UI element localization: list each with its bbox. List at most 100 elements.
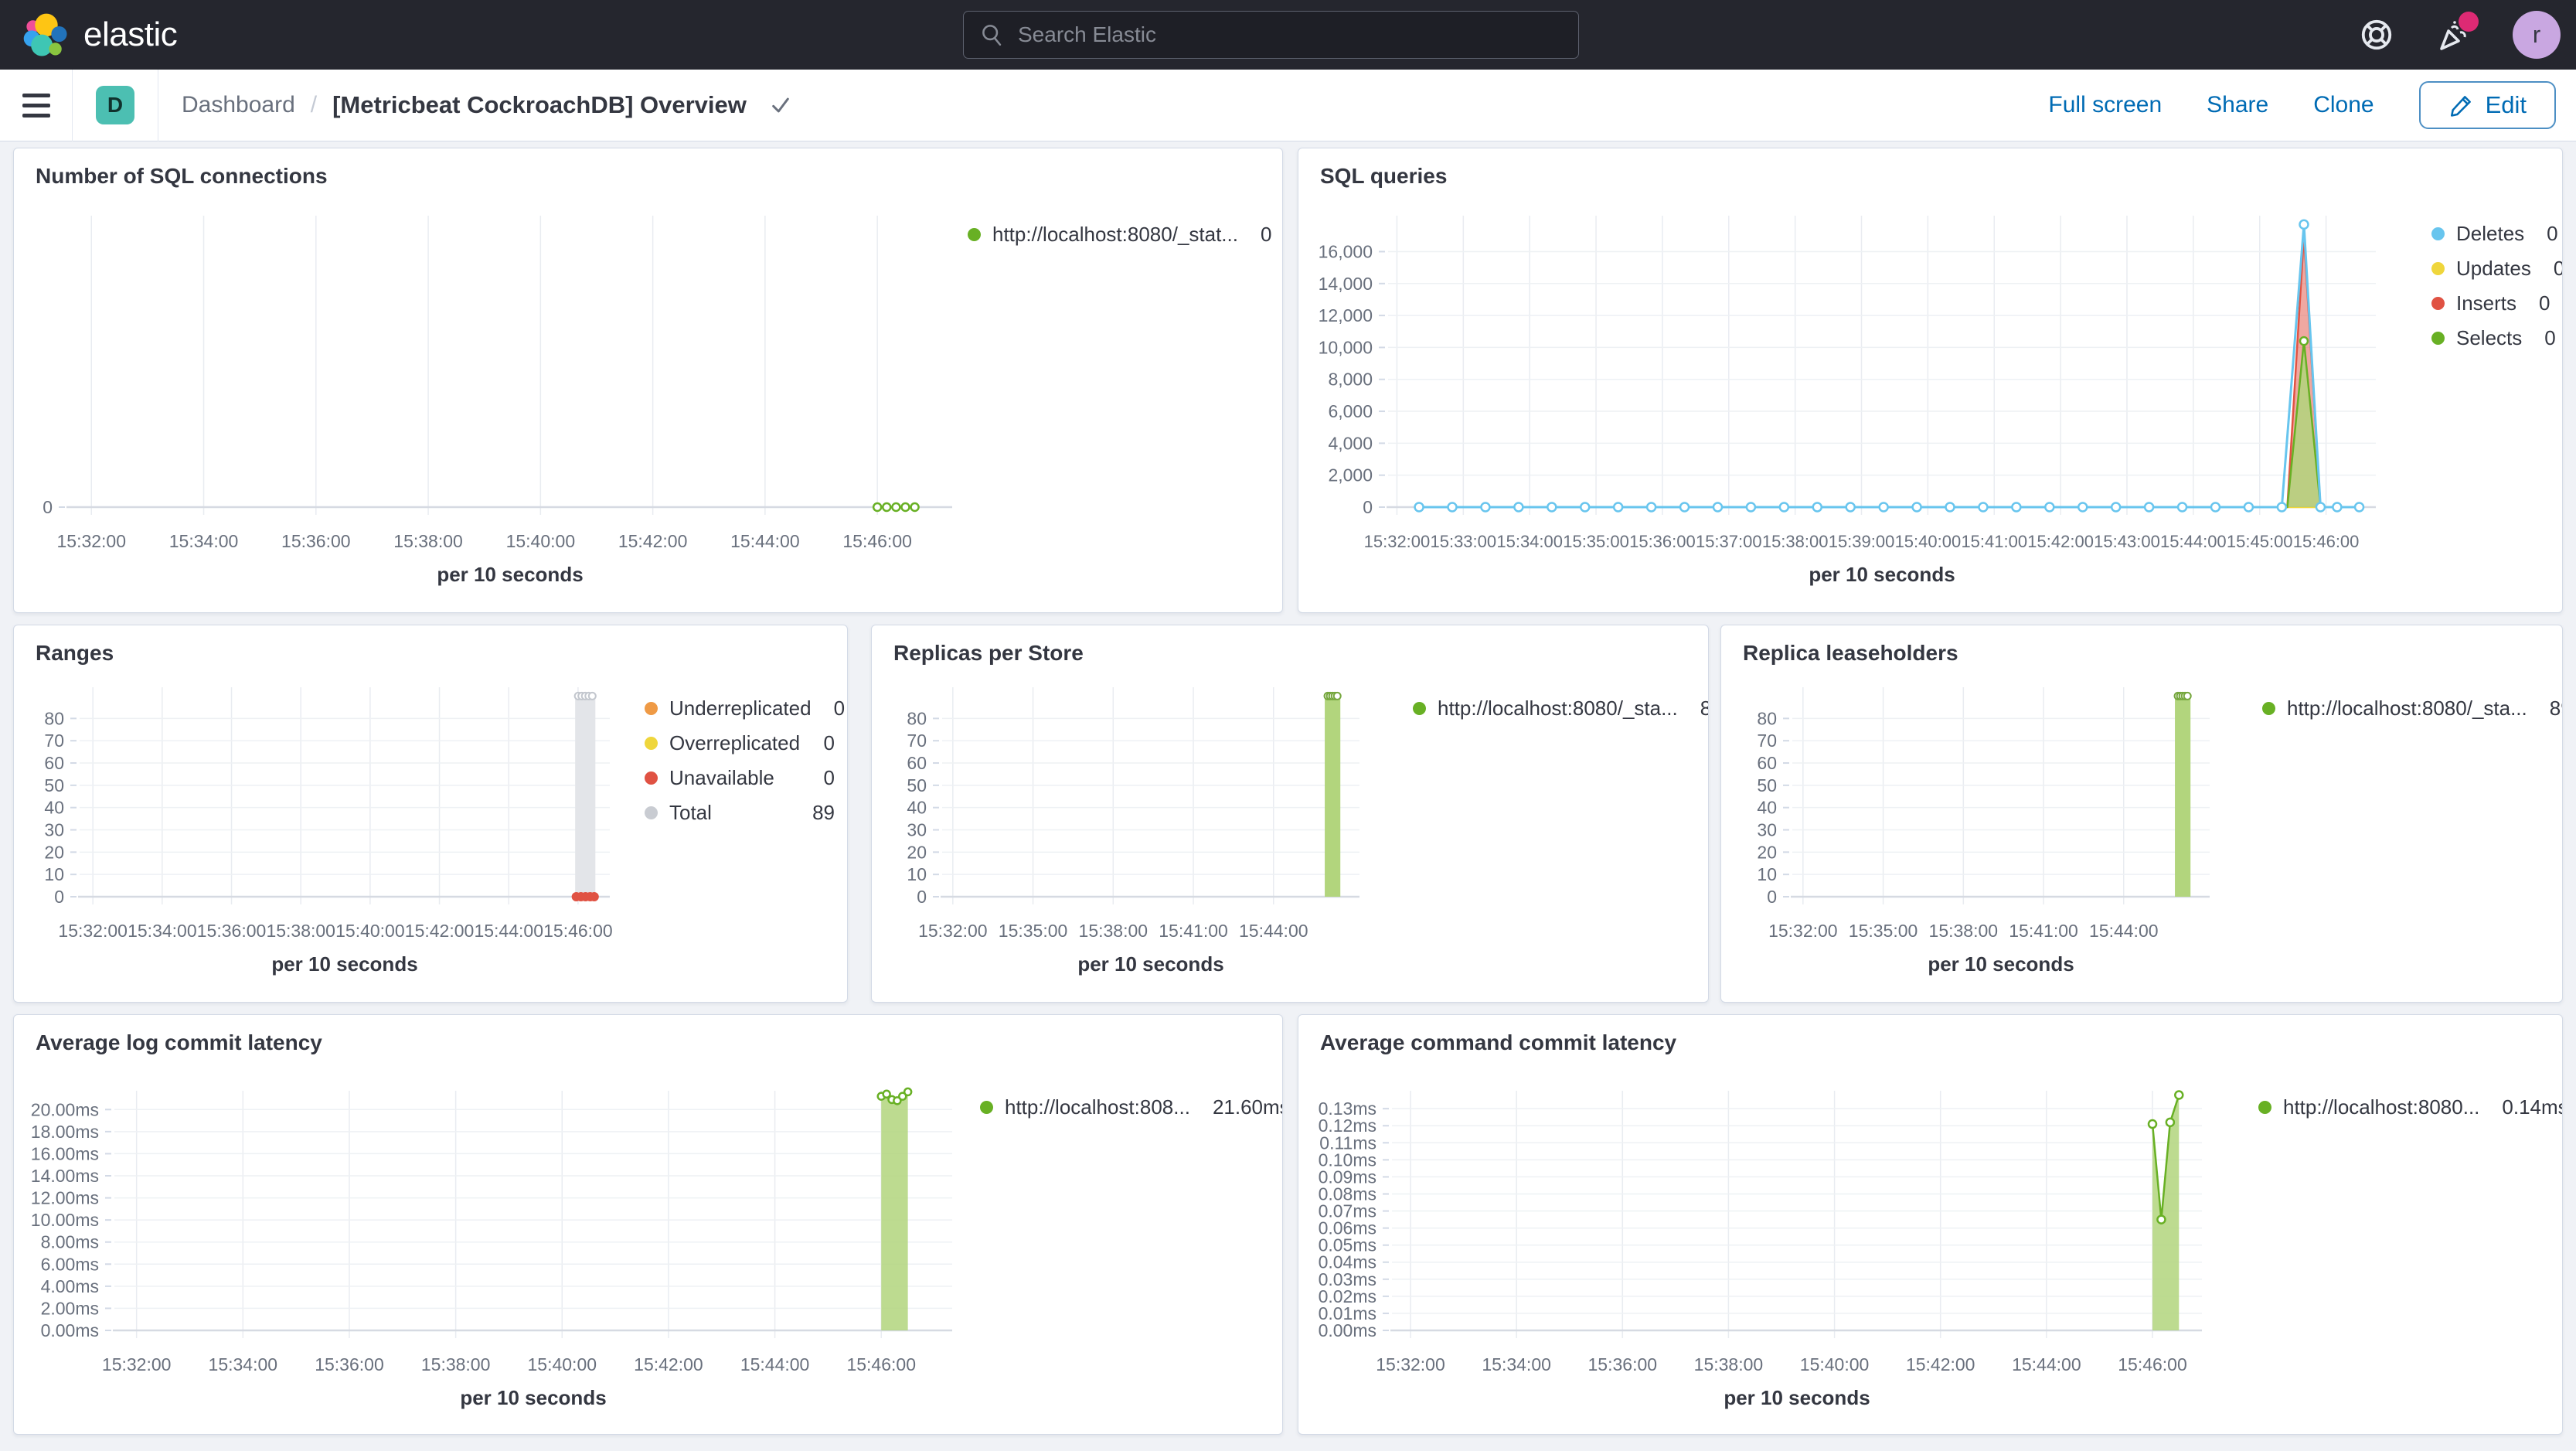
svg-text:15:38:00: 15:38:00 xyxy=(266,921,335,941)
svg-text:16.00ms: 16.00ms xyxy=(31,1143,99,1163)
svg-text:60: 60 xyxy=(907,753,927,773)
svg-text:15:38:00: 15:38:00 xyxy=(1694,1354,1764,1374)
legend-label: http://localhost:8080/_sta... xyxy=(1438,697,1678,720)
legend-item[interactable]: http://localhost:808... 21.60ms xyxy=(980,1095,1282,1119)
svg-text:15:34:00: 15:34:00 xyxy=(1496,532,1563,551)
svg-text:16,000: 16,000 xyxy=(1319,241,1373,261)
svg-text:15:44:00: 15:44:00 xyxy=(2012,1354,2081,1374)
svg-text:15:46:00: 15:46:00 xyxy=(842,531,912,551)
series-color-dot xyxy=(645,702,658,715)
legend-item[interactable]: Underreplicated 0 xyxy=(645,697,845,720)
svg-text:15:44:00: 15:44:00 xyxy=(2089,921,2159,941)
svg-text:per 10 seconds: per 10 seconds xyxy=(1928,952,2074,976)
panel-average-log-commit-latency: Average log commit latency 15:32:00 15:34… xyxy=(13,1014,1283,1435)
search-input[interactable] xyxy=(1018,22,1563,47)
svg-text:per 10 seconds: per 10 seconds xyxy=(271,952,417,976)
svg-text:15:41:00: 15:41:00 xyxy=(2009,921,2078,941)
svg-text:2,000: 2,000 xyxy=(1328,465,1373,485)
legend-item[interactable]: Inserts 0 xyxy=(2431,291,2550,315)
breadcrumb-dashboard[interactable]: Dashboard xyxy=(182,92,295,118)
series-color-dot xyxy=(2431,227,2445,240)
svg-text:15:46:00: 15:46:00 xyxy=(2118,1354,2187,1374)
panel-title[interactable]: Average log commit latency xyxy=(36,1030,322,1055)
legend-value: 89 xyxy=(812,801,835,824)
svg-text:15:41:00: 15:41:00 xyxy=(1961,532,2027,551)
legend-value: 0 xyxy=(1260,223,1272,246)
svg-text:12.00ms: 12.00ms xyxy=(31,1188,99,1208)
svg-text:per 10 seconds: per 10 seconds xyxy=(1724,1386,1870,1409)
chart-legend: http://localhost:8080/_sta... 89 xyxy=(2262,697,2562,731)
legend-label: Overreplicated xyxy=(669,731,801,754)
legend-item[interactable]: http://localhost:8080/_sta... 89 xyxy=(2262,697,2562,720)
svg-text:80: 80 xyxy=(907,708,927,728)
svg-text:15:38:00: 15:38:00 xyxy=(1762,532,1829,551)
news-button[interactable] xyxy=(2435,12,2479,53)
svg-text:per 10 seconds: per 10 seconds xyxy=(1077,952,1223,976)
svg-text:15:40:00: 15:40:00 xyxy=(1895,532,1962,551)
svg-text:per 10 seconds: per 10 seconds xyxy=(460,1386,606,1409)
svg-text:15:36:00: 15:36:00 xyxy=(315,1354,384,1374)
svg-text:15:38:00: 15:38:00 xyxy=(1079,921,1148,941)
svg-text:40: 40 xyxy=(907,798,927,818)
share-button[interactable]: Share xyxy=(2207,92,2268,118)
panel-title[interactable]: Ranges xyxy=(36,641,114,666)
full-screen-button[interactable]: Full screen xyxy=(2048,92,2162,118)
svg-text:15:36:00: 15:36:00 xyxy=(1629,532,1696,551)
legend-item[interactable]: Deletes 0 xyxy=(2431,222,2558,246)
svg-text:50: 50 xyxy=(907,775,927,795)
global-header: elastic r xyxy=(0,0,2576,70)
legend-item[interactable]: http://localhost:8080/_sta... 89 xyxy=(1413,697,1708,720)
svg-text:0: 0 xyxy=(1767,887,1777,907)
global-search[interactable] xyxy=(963,11,1579,59)
legend-item[interactable]: http://localhost:8080/_stat... 0 xyxy=(968,223,1271,247)
svg-text:50: 50 xyxy=(1757,775,1777,795)
panel-title[interactable]: Average command commit latency xyxy=(1320,1030,1676,1055)
svg-text:per 10 seconds: per 10 seconds xyxy=(437,563,583,586)
svg-text:15:38:00: 15:38:00 xyxy=(393,531,463,551)
series-color-dot xyxy=(2258,1101,2271,1114)
title-check-icon[interactable] xyxy=(768,93,793,118)
user-avatar[interactable]: r xyxy=(2513,11,2561,59)
svg-text:15:35:00: 15:35:00 xyxy=(999,921,1068,941)
svg-text:15:36:00: 15:36:00 xyxy=(1588,1354,1658,1374)
menu-button[interactable] xyxy=(0,69,73,141)
svg-text:15:42:00: 15:42:00 xyxy=(405,921,475,941)
legend-item[interactable]: http://localhost:8080... 0.14ms xyxy=(2258,1095,2562,1119)
space-selector[interactable]: D xyxy=(73,69,158,141)
legend-item[interactable]: Overreplicated 0 xyxy=(645,731,835,755)
svg-text:14,000: 14,000 xyxy=(1319,274,1373,294)
notification-dot xyxy=(2459,12,2479,32)
svg-text:70: 70 xyxy=(1757,731,1777,751)
svg-text:15:41:00: 15:41:00 xyxy=(1159,921,1228,941)
elastic-brand[interactable]: elastic xyxy=(0,11,178,59)
legend-item[interactable]: Total 89 xyxy=(645,801,835,825)
legend-value: 0 xyxy=(2543,257,2562,281)
svg-text:6.00ms: 6.00ms xyxy=(41,1254,99,1274)
clone-button[interactable]: Clone xyxy=(2313,92,2374,118)
legend-item[interactable]: Selects 0 xyxy=(2431,326,2556,350)
panel-title[interactable]: Replicas per Store xyxy=(893,641,1084,666)
svg-text:30: 30 xyxy=(44,820,64,840)
panel-title[interactable]: SQL queries xyxy=(1320,164,1447,189)
panel-replica-leaseholders: Replica leaseholders 15:32:00 15:35:00 15:… xyxy=(1720,625,2563,1003)
legend-item[interactable]: Updates 0 xyxy=(2431,257,2562,281)
legend-label: http://localhost:808... xyxy=(1005,1095,1190,1119)
svg-text:0.00ms: 0.00ms xyxy=(41,1320,99,1340)
svg-text:80: 80 xyxy=(44,708,64,728)
series-color-dot xyxy=(980,1101,993,1114)
panel-title[interactable]: Number of SQL connections xyxy=(36,164,328,189)
space-badge: D xyxy=(96,86,134,124)
svg-text:15:32:00: 15:32:00 xyxy=(918,921,988,941)
svg-text:15:36:00: 15:36:00 xyxy=(197,921,267,941)
hamburger-icon xyxy=(22,93,50,97)
edit-button[interactable]: Edit xyxy=(2418,81,2556,129)
legend-item[interactable]: Unavailable 0 xyxy=(645,766,835,790)
svg-text:15:36:00: 15:36:00 xyxy=(281,531,351,551)
panel-title[interactable]: Replica leaseholders xyxy=(1743,641,1958,666)
svg-text:15:37:00: 15:37:00 xyxy=(1696,532,1762,551)
log-commit-latency-chart: 15:32:00 15:34:00 15:36:00 15:38:00 15:40:00… xyxy=(14,1015,1282,1434)
svg-text:40: 40 xyxy=(44,798,64,818)
svg-text:15:34:00: 15:34:00 xyxy=(128,921,197,941)
legend-value: 0 xyxy=(2544,326,2556,349)
help-button[interactable] xyxy=(2358,16,2395,53)
